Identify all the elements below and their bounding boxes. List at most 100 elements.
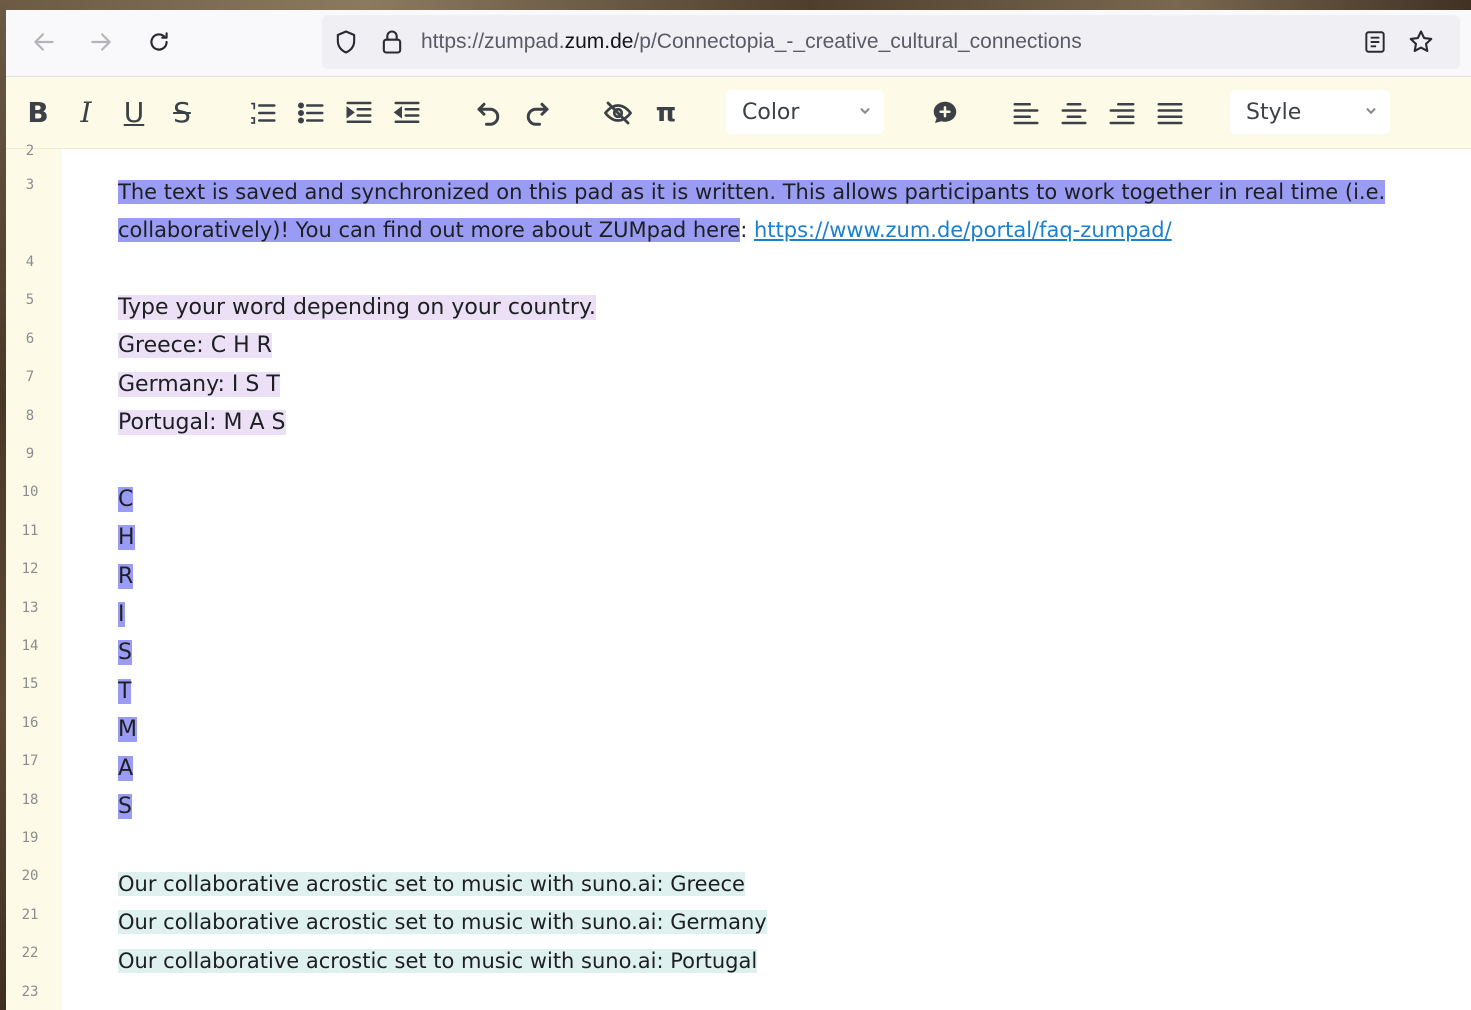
bullet-list-icon [297,102,324,124]
pad-line[interactable]: collaboratively)! You can find out more … [118,211,1172,249]
reader-view-icon[interactable] [1362,29,1388,55]
url-text[interactable]: https://zumpad.zum.de/p/Connectopia_-_cr… [421,28,1082,56]
acrostic-line[interactable]: H [118,519,135,557]
pad-line[interactable]: Our collaborative acrostic set to music … [118,903,767,941]
line-number: 10 [21,484,39,500]
acrostic-line[interactable]: A [118,750,134,788]
line-number: 15 [21,676,39,692]
song-germany-text: Our collaborative acrostic set to music … [118,910,767,934]
style-select[interactable]: Style [1230,90,1390,134]
acrostic-line[interactable]: M [118,711,137,749]
intro-text-line2: collaboratively)! You can find out more … [118,218,741,242]
pad-editor[interactable]: 2 3 4 5 6 7 8 9 10 11 12 13 14 15 16 17 … [6,143,1471,1010]
hide-authorship-button[interactable] [600,95,636,131]
align-right-button[interactable] [1104,95,1140,131]
acrostic-letter: T [118,679,132,704]
strikethrough-icon: S [173,96,191,129]
indent-button[interactable] [341,95,377,131]
bold-button[interactable]: B [20,95,56,131]
align-justify-button[interactable] [1152,95,1188,131]
indent-icon [346,101,372,123]
color-select[interactable]: Color [726,90,884,134]
greece-letters: Greece: C H R [118,333,272,358]
redo-icon [526,102,549,126]
underline-icon: U [123,96,145,129]
line-number: 3 [25,177,35,193]
tracking-shield-icon[interactable] [332,28,360,56]
acrostic-letter: S [118,794,132,819]
bookmark-star-icon[interactable] [1407,28,1435,56]
line-number: 2 [25,143,35,159]
acrostic-line[interactable]: S [118,788,132,826]
italic-button[interactable]: I [68,95,104,131]
line-number: 22 [21,945,39,961]
browser-window: https://zumpad.zum.de/p/Connectopia_-_cr… [6,10,1471,1010]
style-select-label: Style [1246,99,1302,125]
reload-button[interactable] [144,27,174,57]
pad-line[interactable]: Our collaborative acrostic set to music … [118,865,745,903]
bullet-list-button[interactable] [293,95,329,131]
back-button[interactable] [29,27,59,57]
ordered-list-button[interactable] [245,95,281,131]
pi-icon: π [655,98,677,128]
line-number: 16 [21,715,39,731]
pad-line[interactable]: Germany: I S T [118,366,280,404]
intro-text-line1: The text is saved and synchronized on th… [118,180,1386,204]
strikethrough-button[interactable]: S [164,95,200,131]
pad-line[interactable]: The text is saved and synchronized on th… [118,173,1386,211]
line-number: 19 [21,830,39,846]
underline-button[interactable]: U [116,95,152,131]
acrostic-letter: A [118,756,134,781]
line-number: 8 [25,408,35,424]
pad-line[interactable]: Greece: C H R [118,327,272,365]
color-select-label: Color [742,99,800,125]
line-number: 5 [25,292,35,308]
url-prefix: https://zumpad. [421,30,565,53]
faq-link[interactable]: https://www.zum.de/portal/faq-zumpad/ [754,218,1172,242]
add-comment-button[interactable] [927,95,963,131]
acrostic-letter: S [118,640,132,665]
acrostic-letter: C [118,487,134,512]
pad-line[interactable]: Portugal: M A S [118,404,286,442]
acrostic-line[interactable]: R [118,558,134,596]
intro-colon: : [740,218,754,242]
redo-button[interactable] [519,95,555,131]
acrostic-line[interactable]: T [118,673,132,711]
line-number: 9 [25,446,35,462]
instruction-text: Type your word depending on your country… [118,295,596,320]
align-left-icon [1013,103,1039,125]
pad-line[interactable]: Our collaborative acrostic set to music … [118,942,758,980]
address-bar[interactable]: https://zumpad.zum.de/p/Connectopia_-_cr… [322,15,1460,69]
align-left-button[interactable] [1008,95,1044,131]
url-path: /p/Connectopia_-_creative_cultural_conne… [633,30,1082,53]
line-number: 20 [21,868,39,884]
song-portugal-text: Our collaborative acrostic set to music … [118,949,758,973]
bold-icon: B [27,96,49,129]
acrostic-line[interactable]: S [118,634,132,672]
undo-button[interactable] [471,95,507,131]
acrostic-line[interactable]: I [118,596,125,634]
forward-arrow-icon [91,33,111,51]
back-arrow-icon [34,33,54,51]
pad-line[interactable]: Type your word depending on your country… [118,289,596,327]
italic-icon: I [80,96,92,129]
line-number: 21 [21,907,39,923]
formula-button[interactable]: π [648,95,684,131]
eye-slash-icon [603,101,633,125]
ordered-list-icon [250,102,276,124]
lock-icon[interactable] [378,28,406,56]
comment-plus-icon [933,101,957,123]
forward-button[interactable] [86,27,116,57]
reload-icon [150,32,168,51]
line-number: 4 [25,254,35,270]
browser-toolbar: https://zumpad.zum.de/p/Connectopia_-_cr… [6,10,1471,77]
acrostic-letter: M [118,717,137,742]
line-number-gutter: 2 3 4 5 6 7 8 9 10 11 12 13 14 15 16 17 … [6,143,62,1010]
acrostic-line[interactable]: C [118,481,134,519]
outdent-button[interactable] [389,95,425,131]
line-number: 13 [21,600,39,616]
portugal-letters: Portugal: M A S [118,410,286,435]
acrostic-letter: H [118,525,135,550]
align-right-icon [1109,103,1135,125]
align-center-button[interactable] [1056,95,1092,131]
